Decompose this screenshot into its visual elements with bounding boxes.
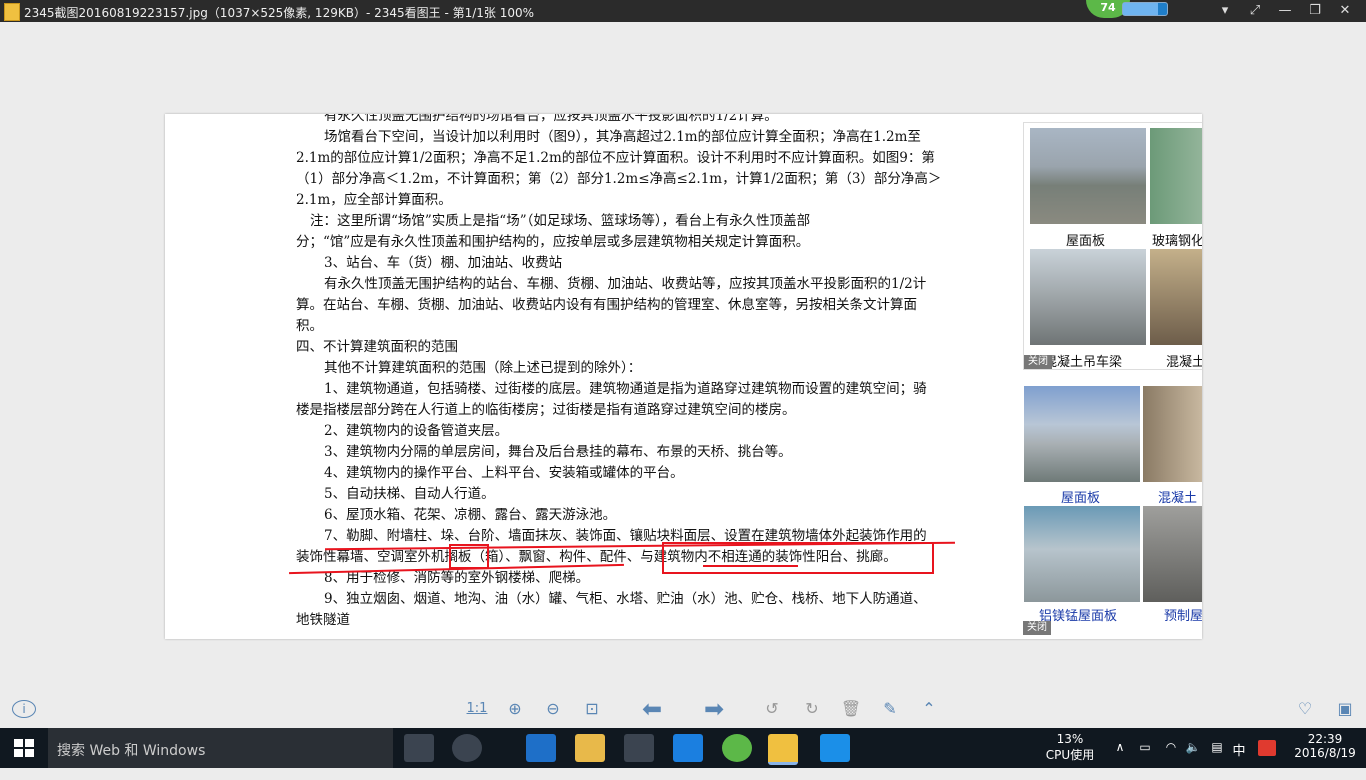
ad-image[interactable]: [1024, 506, 1140, 602]
text-line: 1、建筑物通道，包括骑楼、过街楼的底层。建筑物通道是指为道路穿过建筑物而设置的建…: [324, 381, 927, 397]
annotation-box-large: [662, 542, 934, 574]
clock-time: 22:39: [1307, 732, 1343, 746]
sogou-ime-icon[interactable]: [1258, 740, 1276, 756]
clock-date: 2016/8/19: [1294, 746, 1356, 760]
text-line: 3、建筑物内分隔的单层房间，舞台及后台悬挂的幕布、布景的天桥、挑台等。: [324, 444, 792, 460]
memory-meter[interactable]: [1122, 2, 1168, 16]
text-line: （1）部分净高＜1.2m，不计算面积；第（2）部分1.2m≤净高≤2.1m，计算…: [296, 171, 942, 187]
ad-image[interactable]: [1024, 386, 1140, 482]
ad-image[interactable]: [1030, 128, 1146, 224]
text-line: 6、屋顶水箱、花架、凉棚、露台、露天游泳池。: [324, 507, 617, 523]
text-line: 2.1m，应全部计算面积。: [296, 192, 452, 208]
window-title: 2345截图20160819223157.jpg（1037×525像素, 129…: [24, 6, 535, 20]
dropdown-icon[interactable]: ▾: [1213, 2, 1237, 20]
search-placeholder: 搜索 Web 和 Windows: [57, 743, 206, 759]
fullscreen-icon[interactable]: ⤢: [1243, 2, 1267, 20]
next-arrow-icon[interactable]: ➡: [696, 697, 732, 721]
text-line: 场馆看台下空间，当设计加以利用时（图9），其净高超过2.1m的部位应计算全面积；…: [324, 129, 921, 145]
keyboard-icon[interactable]: ▭: [1136, 740, 1154, 780]
ad-label[interactable]: 预制屋: [1164, 605, 1202, 624]
ime-indicator[interactable]: 中: [1230, 740, 1248, 780]
ad-label[interactable]: 混凝土: [1166, 351, 1202, 370]
app-icon: [4, 3, 20, 21]
text-line: 注：这里所谓“场馆”实质上是指“场”（如足球场、篮球场等），看台上有永久性顶盖部: [310, 213, 811, 229]
text-line: 9、独立烟囱、烟道、地沟、油（水）罐、气柜、水塔、贮油（水）池、贮仓、栈桥、地下…: [324, 591, 927, 607]
windows-start-icon[interactable]: [14, 739, 34, 757]
text-line: 地铁隧道: [296, 612, 350, 628]
ad-image[interactable]: [1030, 249, 1146, 345]
clock[interactable]: 22:39 2016/8/19: [1292, 732, 1358, 772]
notification-icon[interactable]: ▤: [1208, 740, 1226, 780]
cpu-percent: 13%: [1056, 732, 1084, 746]
ad-group-1: 屋面板 玻璃钢化 混凝土吊车梁 混凝土 关闭: [1023, 122, 1202, 370]
store-icon[interactable]: [624, 734, 654, 762]
taskbar: 搜索 Web 和 Windows 13% CPU使用 ∧ ▭ ◠ 🔈 ▤ 中 2…: [0, 728, 1366, 768]
info-icon[interactable]: i: [12, 700, 36, 718]
edit-icon[interactable]: ✎: [878, 698, 902, 720]
actual-size-button[interactable]: 1:1: [464, 698, 490, 720]
memory-fill: [1123, 3, 1159, 15]
viewer-toolbar: i 1:1 ⊕ ⊖ ⊡ ⬅ ➡ ↺ ↻ 🗑 ✎ ⌃ ♡ ▣: [0, 690, 1366, 728]
collapse-up-icon[interactable]: ⌃: [917, 698, 941, 720]
rotate-left-icon[interactable]: ↺: [760, 698, 784, 720]
text-line: 积。: [296, 318, 323, 334]
restore-button[interactable]: ❐: [1303, 2, 1327, 20]
displayed-image: 有永久性顶盖无围护结构的场馆看台，应按其顶盖水平投影面积的1/2计算。场馆看台下…: [165, 114, 1202, 639]
text-line: 其他不计算建筑面积的范围（除上述已提到的除外）：: [324, 360, 642, 376]
ad-label[interactable]: 混凝土: [1158, 487, 1197, 506]
ad-image[interactable]: [1143, 386, 1202, 482]
task-view-icon[interactable]: [404, 734, 434, 762]
plus-app-icon[interactable]: [820, 734, 850, 762]
text-line: 四、不计算建筑面积的范围: [296, 339, 458, 355]
text-line: 4、建筑物内的操作平台、上料平台、安装箱或罐体的平台。: [324, 465, 684, 481]
text-line: 算。在站台、车棚、货棚、加油站、收费站内设有有围护结构的管理室、休息室等，另按相…: [296, 297, 917, 313]
close-button[interactable]: ✕: [1333, 2, 1357, 20]
taskbar-search[interactable]: 搜索 Web 和 Windows: [48, 728, 393, 768]
green-app-icon[interactable]: [722, 734, 752, 762]
ad-label[interactable]: 屋面板: [1066, 230, 1105, 249]
cpu-meter[interactable]: 13% CPU使用: [1044, 732, 1096, 772]
text-line: 分；“馆”应是有永久性顶盖和围护结构的，应按单层或多层建筑物相关规定计算面积。: [296, 234, 810, 250]
rotate-right-icon[interactable]: ↻: [800, 698, 824, 720]
minimize-button[interactable]: —: [1273, 2, 1297, 20]
tray-expand-icon[interactable]: ∧: [1112, 740, 1128, 780]
previous-arrow-icon[interactable]: ⬅: [634, 697, 670, 721]
volume-icon[interactable]: 🔈: [1184, 740, 1202, 780]
title-bar: 2345截图20160819223157.jpg（1037×525像素, 129…: [0, 0, 1366, 22]
g-app-icon[interactable]: [673, 734, 703, 762]
ad-image[interactable]: [1143, 506, 1202, 602]
zoom-out-icon[interactable]: ⊖: [542, 698, 564, 720]
text-line: 2.1m的部位应计算1/2面积；净高不足1.2m的部位不应计算面积。设计不利用时…: [296, 150, 935, 166]
file-explorer-icon[interactable]: [575, 734, 605, 762]
image-viewer-taskbar-icon[interactable]: [768, 734, 798, 765]
album-icon[interactable]: ▣: [1332, 698, 1358, 720]
ad-label[interactable]: 玻璃钢化: [1152, 230, 1202, 249]
swirl-app-icon[interactable]: [452, 734, 482, 762]
edge-browser-icon[interactable]: [526, 734, 556, 762]
zoom-in-icon[interactable]: ⊕: [504, 698, 526, 720]
annotation-box-small: [449, 544, 489, 569]
cpu-label: CPU使用: [1045, 748, 1095, 762]
fit-window-icon[interactable]: ⊡: [580, 698, 604, 720]
ad-label[interactable]: 混凝土吊车梁: [1044, 351, 1122, 370]
ad-close-button[interactable]: 关闭: [1024, 355, 1052, 369]
ad-close-button[interactable]: 关闭: [1023, 621, 1051, 635]
text-line: 2、建筑物内的设备管道夹层。: [324, 423, 509, 439]
ad-label[interactable]: 屋面板: [1061, 487, 1100, 506]
delete-icon[interactable]: 🗑: [840, 698, 862, 720]
text-line: 楼是指楼层部分跨在人行道上的临街楼房；过街楼是指有道路穿过建筑空间的楼房。: [296, 402, 796, 418]
text-line: 5、自动扶梯、自动人行道。: [324, 486, 495, 502]
text-line: 有永久性顶盖无围护结构的场馆看台，应按其顶盖水平投影面积的1/2计算。: [324, 114, 778, 124]
ad-panel: 屋面板 玻璃钢化 混凝土吊车梁 混凝土 关闭 屋面板 混凝土 铝镁锰屋面板 预制…: [1023, 114, 1202, 639]
network-icon[interactable]: ◠: [1162, 740, 1180, 780]
text-line: 3、站台、车（货）棚、加油站、收费站: [324, 255, 563, 271]
favorite-heart-icon[interactable]: ♡: [1292, 698, 1318, 720]
text-line: 有永久性顶盖无围护结构的站台、车棚、货棚、加油站、收费站等，应按其顶盖水平投影面…: [324, 276, 927, 292]
ad-image[interactable]: [1150, 249, 1202, 345]
ad-image[interactable]: [1150, 128, 1202, 224]
ad-group-2: 屋面板 混凝土 铝镁锰屋面板 预制屋 关闭: [1023, 384, 1202, 639]
